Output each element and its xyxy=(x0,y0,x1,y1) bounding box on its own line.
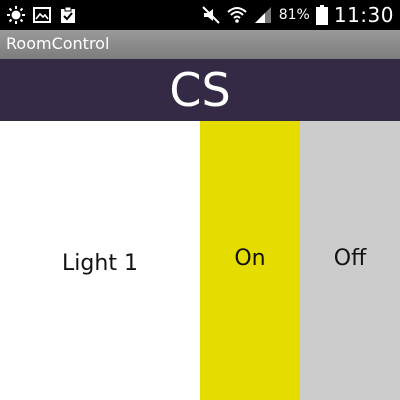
clipboard-check-icon xyxy=(58,5,78,25)
status-bar: 81% 11:30 xyxy=(0,0,400,30)
status-bar-notifications xyxy=(6,5,78,25)
battery-percent: 81% xyxy=(278,7,310,23)
light-control-row: Light 1 On Off xyxy=(0,121,400,400)
battery-icon xyxy=(315,5,328,25)
light-label: Light 1 xyxy=(62,251,138,276)
brightness-icon xyxy=(6,5,26,25)
header-banner: CS xyxy=(0,59,400,121)
app-title: RoomControl xyxy=(6,34,110,53)
header-title: CS xyxy=(169,63,231,117)
action-bar: RoomControl xyxy=(0,30,400,59)
light-on-label: On xyxy=(234,246,266,271)
light-on-button[interactable]: On xyxy=(200,121,300,400)
light-off-button[interactable]: Off xyxy=(300,121,400,400)
wifi-icon xyxy=(227,5,247,25)
signal-icon xyxy=(253,5,273,25)
light-off-label: Off xyxy=(333,246,367,271)
mute-icon xyxy=(201,5,221,25)
status-clock: 11:30 xyxy=(333,3,394,27)
image-icon xyxy=(32,5,52,25)
light-label-cell: Light 1 xyxy=(0,121,200,400)
status-bar-system: 81% 11:30 xyxy=(201,0,394,30)
